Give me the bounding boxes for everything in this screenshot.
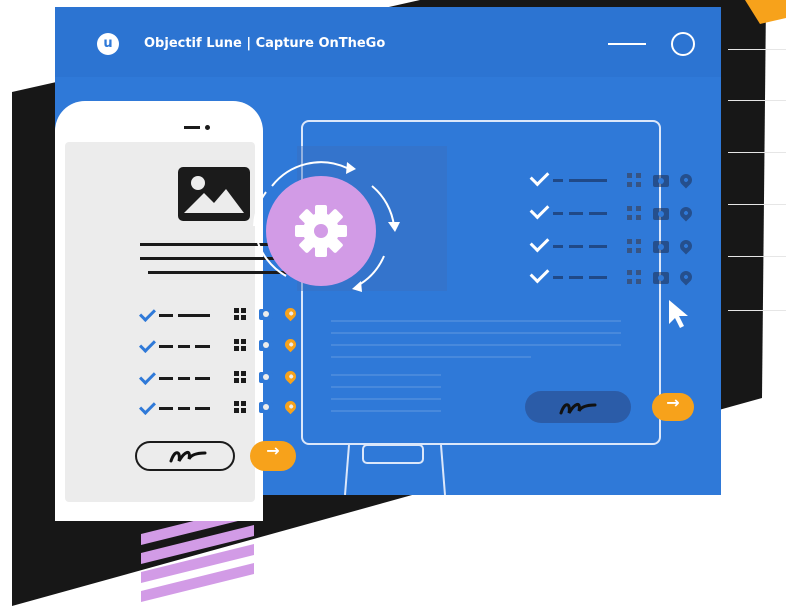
camera-icon [653,175,669,187]
dash-line [589,276,607,279]
next-button[interactable]: → [652,393,694,421]
signature-field[interactable] [525,391,631,423]
faint-text-line [331,332,621,334]
faint-text-line [331,374,441,376]
faint-text-line [331,344,621,346]
camera-icon [653,272,669,284]
faint-text-line [331,410,441,412]
camera-icon [653,208,669,220]
faint-text-line [331,386,441,388]
camera-icon [653,241,669,253]
qr-code-icon [234,371,246,383]
check-icon [529,199,550,220]
dash-line [569,276,583,279]
dash-line [589,245,607,248]
minus-line-icon[interactable] [608,43,646,45]
camera-icon [259,372,273,383]
phone-speaker [184,126,200,129]
location-pin-icon [677,171,695,189]
dash-line [589,212,607,215]
qr-code-icon [627,270,641,284]
check-icon [529,166,550,187]
dash-line [553,276,563,279]
objectif-lune-logo: u [97,33,119,55]
dash-line [553,245,563,248]
qr-code-icon [627,173,641,187]
location-pin-icon [677,204,695,222]
divider-line [728,256,786,257]
divider-line [728,152,786,153]
divider-line [728,100,786,101]
signature-icon [169,451,207,463]
gear-icon [295,205,347,257]
dash-line [195,377,210,380]
mouse-cursor-icon [669,300,688,328]
dash-line [159,314,173,317]
check-icon [529,263,550,284]
location-pin-icon [677,237,695,255]
dash-line [178,345,190,348]
dash-line [195,345,210,348]
dash-line [159,345,173,348]
phone-camera-dot [205,125,210,130]
camera-icon [259,340,273,351]
location-pin-icon [677,268,695,286]
next-button[interactable]: → [250,441,296,471]
divider-line [728,310,786,311]
title-bar: u Objectif Lune | Capture OnTheGo [55,7,721,77]
dash-line [195,407,210,410]
dash-line [159,407,173,410]
signature-field[interactable] [135,441,235,471]
dash-line [178,407,190,410]
qr-code-icon [234,401,246,413]
faint-text-line [331,320,621,322]
divider-line [728,204,786,205]
dash-line [178,377,190,380]
dash-line [569,179,607,182]
monitor-stand [344,445,446,495]
divider-line [728,49,786,50]
dash-line [569,245,583,248]
dash-line [553,212,563,215]
dash-line [569,212,583,215]
dash-line [178,314,210,317]
app-title: Objectif Lune | Capture OnTheGo [144,36,386,51]
camera-icon [259,402,273,413]
dash-line [159,377,173,380]
qr-code-icon [234,339,246,351]
signature-icon [559,403,597,415]
qr-code-icon [627,206,641,220]
faint-text-line [331,356,531,358]
check-icon [529,232,550,253]
circle-outline-icon[interactable] [671,32,695,56]
faint-text-line [331,398,441,400]
dash-line [553,179,563,182]
qr-code-icon [627,239,641,253]
